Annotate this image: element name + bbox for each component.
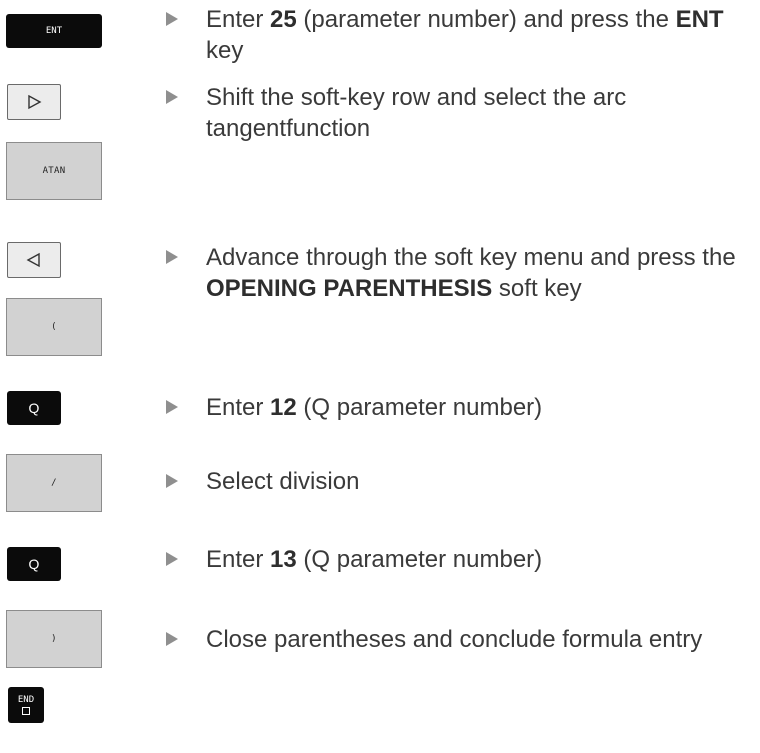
triangle-left-icon <box>26 252 40 268</box>
shift-left-key[interactable] <box>7 242 61 278</box>
closing-parenthesis-label: ) <box>51 634 57 644</box>
step-enter-25: Enter 25 (parameter number) and press th… <box>206 6 724 64</box>
step-arrow-icon <box>166 474 178 488</box>
step-arrow-icon <box>166 12 178 26</box>
q-key-2-label: Q <box>28 556 40 572</box>
step-arrow-icon <box>166 90 178 104</box>
step-select-division: Select division <box>206 468 360 495</box>
square-icon <box>22 707 30 715</box>
step-enter-13: Enter 13 (Q parameter number) <box>206 546 543 573</box>
step-shift-soft-key-row: Shift the soft-key row and select the ar… <box>206 84 627 142</box>
atan-soft-key[interactable]: ATAN <box>6 142 102 200</box>
step-arrow-icon <box>166 400 178 414</box>
step-arrow-icon <box>166 632 178 646</box>
division-soft-key-label: / <box>51 478 57 488</box>
q-key-1[interactable]: Q <box>7 391 61 425</box>
q-key-1-label: Q <box>28 400 40 416</box>
division-soft-key[interactable]: / <box>6 454 102 512</box>
step-enter-12: Enter 12 (Q parameter number) <box>206 394 543 421</box>
shift-right-key[interactable] <box>7 84 61 120</box>
opening-parenthesis-label: ( <box>51 322 57 332</box>
closing-parenthesis-soft-key[interactable]: ) <box>6 610 102 668</box>
atan-soft-key-label: ATAN <box>42 166 66 176</box>
ent-key-label: ENT <box>45 26 63 36</box>
end-key[interactable]: END <box>8 687 44 723</box>
triangle-right-icon <box>28 94 42 110</box>
q-key-2[interactable]: Q <box>7 547 61 581</box>
opening-parenthesis-soft-key[interactable]: ( <box>6 298 102 356</box>
step-opening-parenthesis: Advance through the soft key menu and pr… <box>206 244 736 302</box>
step-close-parentheses: Close parentheses and conclude formula e… <box>206 626 703 653</box>
step-arrow-icon <box>166 552 178 566</box>
step-arrow-icon <box>166 250 178 264</box>
ent-key[interactable]: ENT <box>6 14 102 48</box>
end-key-label: END <box>17 695 35 705</box>
